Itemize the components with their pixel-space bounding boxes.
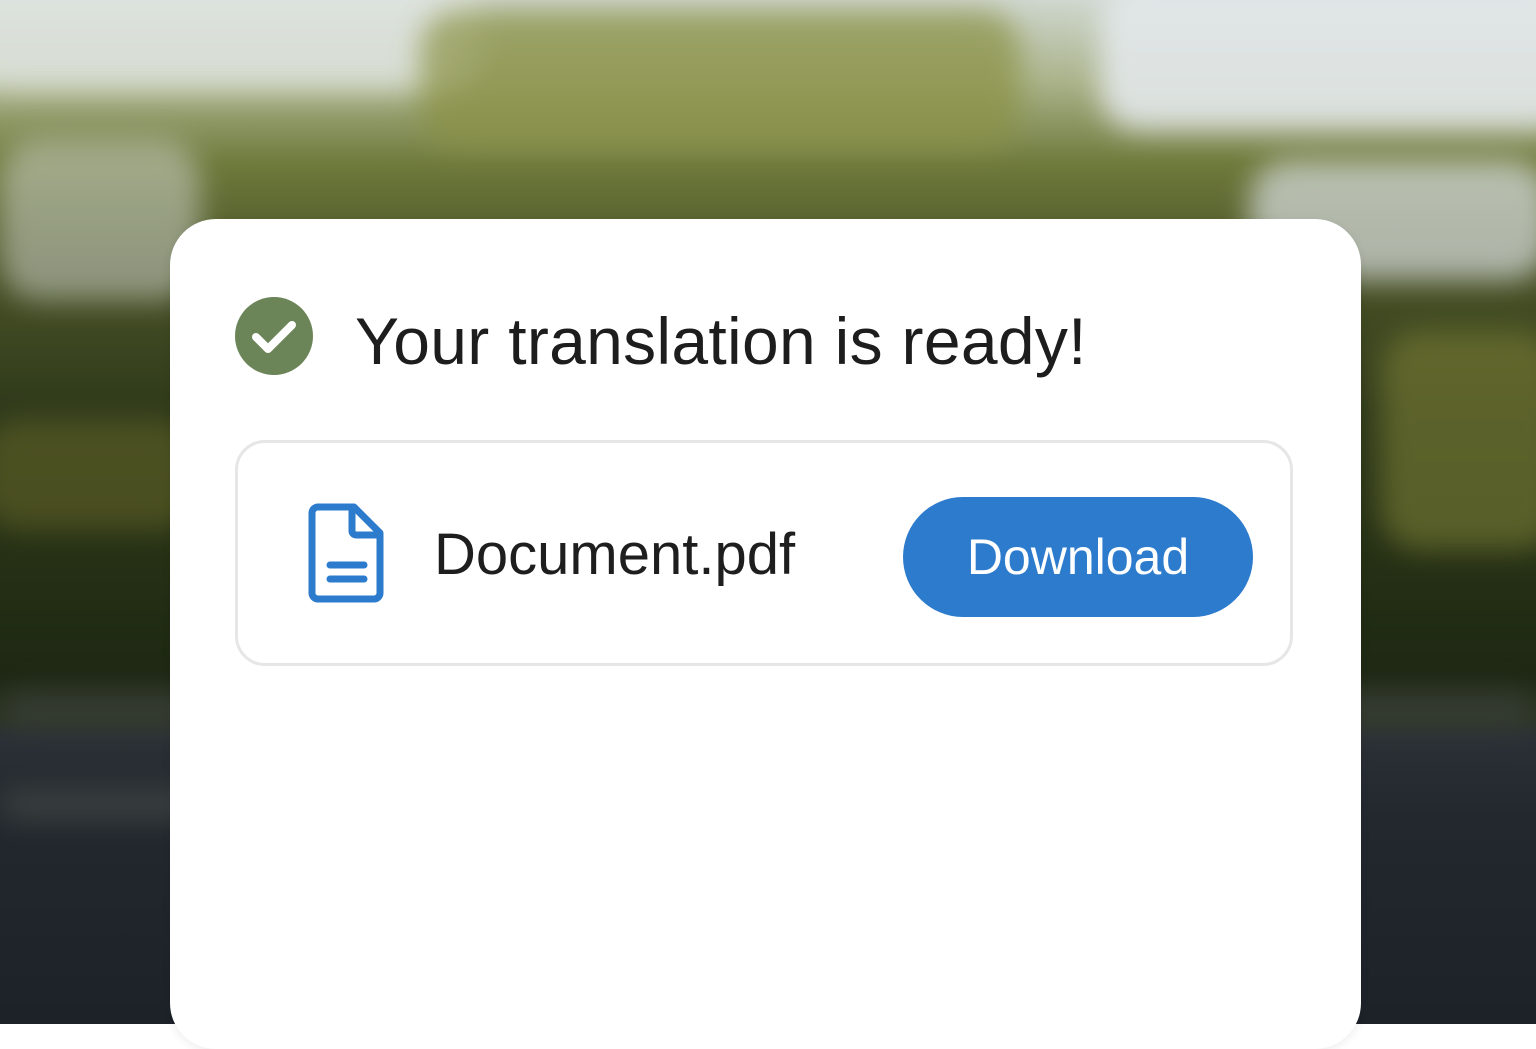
download-button[interactable]: Download: [903, 497, 1253, 617]
document-icon: [308, 503, 384, 603]
translation-ready-dialog: Your translation is ready! Document.pdf …: [170, 219, 1361, 1049]
file-row: Document.pdf Download: [235, 440, 1293, 666]
check-circle-icon: [235, 297, 313, 375]
file-name: Document.pdf: [434, 522, 796, 587]
dialog-title: Your translation is ready!: [355, 304, 1087, 378]
